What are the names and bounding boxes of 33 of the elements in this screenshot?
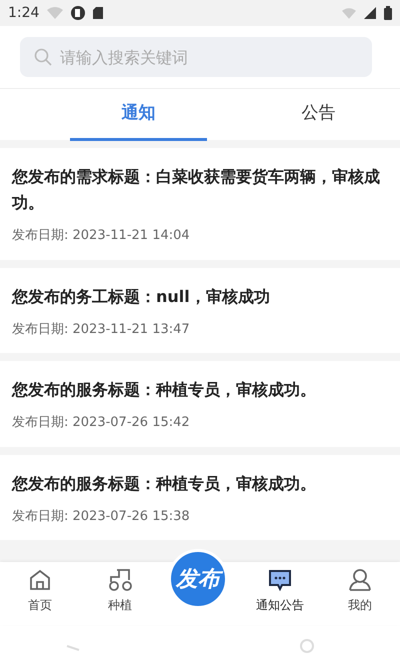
nav-tab[interactable]: 我的 [320,562,400,625]
notice-title: 您发布的需求标题：白菜收获需要货车两辆，审核成功。 [12,166,381,214]
notice-card[interactable]: 您发布的需求标题：白菜收获需要货车两辆，审核成功。 发布日期: 2023-11-21 14:04 [0,148,400,260]
nav-tab[interactable]: 种植 [80,562,160,625]
home-icon[interactable] [300,639,314,653]
notice-date: 发布日期: 2023-11-21 13:47 [12,320,191,338]
notice-card[interactable]: 您发布的服务标题：种植专员，审核成功。 发布日期: 2023-07-26 15:42 [0,361,400,446]
sd-card-icon [93,7,104,19]
tab[interactable]: 公告 [237,89,400,141]
tab[interactable]: 通知 [70,89,207,141]
wifi-icon [47,7,64,19]
nav-tab[interactable]: 首页 [0,562,80,625]
notice-date: 发布日期: 2023-11-21 14:04 [12,227,191,245]
app-icon [71,6,86,20]
notice-title: 您发布的服务标题：种植专员，审核成功。 [12,472,317,494]
notice-date: 发布日期: 2023-07-26 15:42 [12,414,191,432]
tractor-icon [107,568,133,592]
message-icon [268,568,292,592]
signal-icon [364,7,376,19]
nav-tab[interactable]: 通知公告 [240,562,320,625]
notice-card[interactable]: 您发布的服务标题：种植专员，审核成功。 发布日期: 2023-07-26 15:38 [0,454,400,540]
notice-card[interactable]: 您发布的务工标题：null，审核成功 发布日期: 2023-11-21 13:47 [0,268,400,353]
search-icon [34,48,52,66]
house-icon [28,568,52,592]
notice-title: 您发布的服务标题：种植专员，审核成功。 [12,379,317,401]
status-time: 1:24 [8,4,40,22]
wifi-icon [342,8,356,18]
battery-icon [384,6,392,20]
notice-date: 发布日期: 2023-07-26 15:38 [12,508,191,526]
person-icon [348,568,372,592]
search-field[interactable]: 请输入搜索关键词 [20,37,372,77]
notice-title: 您发布的务工标题：null，审核成功 [12,286,271,308]
publish-button[interactable]: 发布 [168,549,228,609]
